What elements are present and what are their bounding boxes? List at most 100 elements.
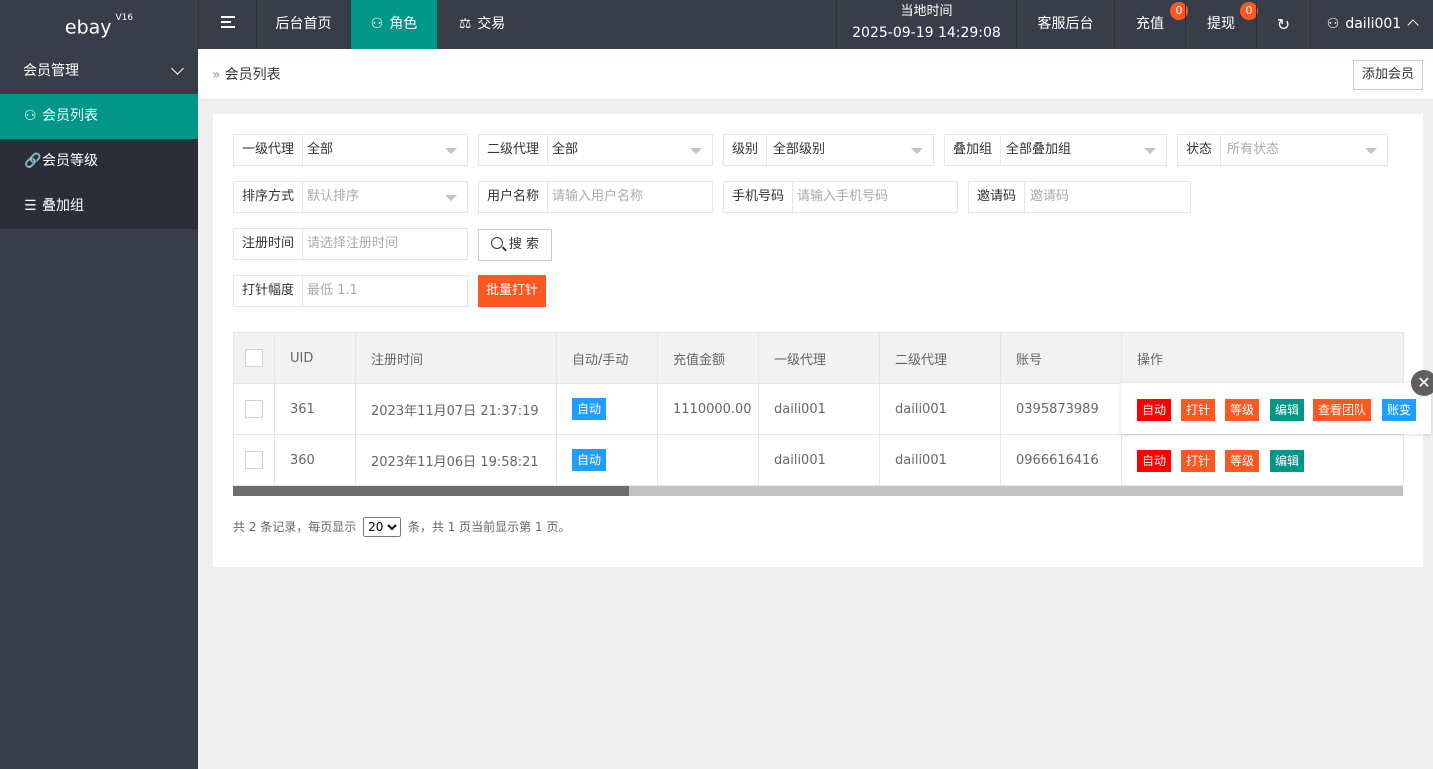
link-icon: 🔗 <box>24 153 42 169</box>
local-time: 当地时间 2025-09-19 14:29:08 <box>836 0 1016 49</box>
col-amount[interactable]: 充值金额 <box>657 332 759 384</box>
pagination: 共 2 条记录，每页显示 20 条，共 1 页当前显示第 1 页。 <box>233 516 570 538</box>
sidebar-group-member[interactable]: 会员管理 <box>0 49 198 94</box>
logo[interactable]: ebay V16 <box>0 0 198 49</box>
user-icon: ⚇ <box>24 108 37 124</box>
cell-uid: 361 <box>274 383 356 435</box>
sidebar: 会员管理 ⚇ 会员列表 🔗会员等级 ☰ 叠加组 <box>0 49 198 769</box>
account-change-button[interactable]: 账变 <box>1382 399 1417 421</box>
user-menu[interactable]: ⚇ daili001 <box>1310 0 1433 49</box>
nav-trade[interactable]: ⚖ 交易 <box>437 0 527 49</box>
breadcrumb-current: 会员列表 <box>224 67 281 83</box>
needle-range-input[interactable]: 打针幅度 最低 1.1 <box>233 275 468 307</box>
phone-input[interactable]: 手机号码 请输入手机号码 <box>723 181 958 213</box>
view-team-button[interactable]: 查看团队 <box>1313 399 1372 421</box>
breadcrumb-separator-icon: » <box>212 67 221 83</box>
breadcrumb: » 会员列表 添加会员 <box>198 49 1433 100</box>
level-select[interactable]: 级别 全部级别 <box>723 134 934 166</box>
add-member-button[interactable]: 添加会员 <box>1353 60 1423 90</box>
menu-toggle-icon <box>220 0 235 49</box>
col-mode[interactable]: 自动/手动 <box>556 332 658 384</box>
nav-home[interactable]: 后台首页 <box>256 0 350 49</box>
col-actions: 操作 <box>1121 332 1404 384</box>
actions-column: 自动 打针 等级 编辑 查看团队 账变 自动 打针 等级 编辑 <box>1121 383 1431 485</box>
sidebar-item-member-level[interactable]: 🔗会员等级 <box>0 139 198 184</box>
level-button[interactable]: 等级 <box>1225 450 1260 472</box>
table-horizontal-scrollbar[interactable] <box>233 486 1403 496</box>
row-checkbox[interactable] <box>233 434 275 486</box>
col-agent2[interactable]: 二级代理 <box>879 332 1001 384</box>
agent2-select[interactable]: 二级代理 全部 <box>478 134 713 166</box>
cell-account: 0966616416 <box>1000 434 1122 486</box>
edit-button[interactable]: 编辑 <box>1270 450 1305 472</box>
cell-agent2: daili001 <box>879 434 1001 486</box>
user-icon: ⚇ <box>1326 16 1340 32</box>
recharge-button[interactable]: 充值 0 <box>1114 0 1188 49</box>
cell-mode: 自动 <box>556 383 658 435</box>
invite-code-input[interactable]: 邀请码 邀请码 <box>968 181 1191 213</box>
col-register-time[interactable]: 注册时间 <box>355 332 557 384</box>
search-icon <box>490 237 503 249</box>
table-header-row: UID 注册时间 自动/手动 充值金额 一级代理 二级代理 账号 操作 <box>233 332 1404 384</box>
cell-agent2: daili001 <box>879 383 1001 435</box>
actions-row: 自动 打针 等级 编辑 <box>1121 434 1431 485</box>
logo-version: V16 <box>115 13 134 23</box>
dropdown-arrow-icon <box>690 148 702 154</box>
search-button[interactable]: 搜 索 <box>478 229 552 261</box>
cell-amount <box>657 434 759 486</box>
chevron-up-icon <box>1407 19 1419 31</box>
scrollbar-thumb[interactable] <box>233 486 629 496</box>
needle-button[interactable]: 打针 <box>1181 450 1216 472</box>
cell-agent1: daili001 <box>758 383 880 435</box>
page-size-select[interactable]: 20 <box>363 517 402 537</box>
scale-icon: ⚖ <box>458 16 472 32</box>
user-icon: ⚇ <box>370 16 384 32</box>
cell-agent1: daili001 <box>758 434 880 486</box>
cell-uid: 360 <box>274 434 356 486</box>
cell-account: 0395873989 <box>1000 383 1122 435</box>
actions-row: 自动 打针 等级 编辑 查看团队 账变 <box>1121 383 1431 434</box>
cell-register-time: 2023年11月07日 21:37:19 <box>355 383 557 435</box>
col-account[interactable]: 账号 <box>1000 332 1122 384</box>
select-all-checkbox[interactable] <box>233 332 275 384</box>
close-icon[interactable]: ✕ <box>1411 370 1433 396</box>
menu-toggle-button[interactable] <box>198 0 256 49</box>
dropdown-arrow-icon <box>445 148 457 154</box>
level-button[interactable]: 等级 <box>1225 399 1260 421</box>
needle-button[interactable]: 打针 <box>1181 399 1216 421</box>
row-checkbox[interactable] <box>233 383 275 435</box>
auto-button[interactable]: 自动 <box>1137 450 1172 472</box>
auto-button[interactable]: 自动 <box>1137 399 1172 421</box>
status-select[interactable]: 状态 所有状态 <box>1177 134 1388 166</box>
mode-badge[interactable]: 自动 <box>572 398 607 420</box>
register-time-input[interactable]: 注册时间 请选择注册时间 <box>233 228 468 260</box>
col-uid[interactable]: UID <box>274 332 356 384</box>
cell-register-time: 2023年11月06日 19:58:21 <box>355 434 557 486</box>
chevron-down-icon <box>171 62 184 75</box>
col-agent1[interactable]: 一级代理 <box>758 332 880 384</box>
local-time-label: 当地时间 <box>900 4 953 19</box>
main-card: 一级代理 全部 二级代理 全部 级别 全部级别 叠加组 全部叠加组 状态 所有状… <box>213 114 1423 567</box>
local-time-value: 2025-09-19 14:29:08 <box>852 25 1001 41</box>
refresh-button[interactable]: ↻ <box>1256 0 1310 49</box>
list-icon: ☰ <box>24 198 37 214</box>
agent1-select[interactable]: 一级代理 全部 <box>233 134 468 166</box>
top-bar: ebay V16 后台首页 ⚇ 角色 ⚖ 交易 当地时间 2025-09-19 14:… <box>0 0 1433 49</box>
dropdown-arrow-icon <box>1144 148 1156 154</box>
service-button[interactable]: 客服后台 <box>1016 0 1114 49</box>
dropdown-arrow-icon <box>445 195 457 201</box>
sidebar-item-member-list[interactable]: ⚇ 会员列表 <box>0 94 198 139</box>
mode-badge[interactable]: 自动 <box>572 449 607 471</box>
dropdown-arrow-icon <box>911 148 923 154</box>
dropdown-arrow-icon <box>1365 148 1377 154</box>
sort-select[interactable]: 排序方式 默认排序 <box>233 181 468 213</box>
edit-button[interactable]: 编辑 <box>1270 399 1305 421</box>
sidebar-item-stack-group[interactable]: ☰ 叠加组 <box>0 184 198 229</box>
cell-mode: 自动 <box>556 434 658 486</box>
nav-role[interactable]: ⚇ 角色 <box>350 0 437 49</box>
cell-amount: 1110000.00 <box>657 383 759 435</box>
stack-group-select[interactable]: 叠加组 全部叠加组 <box>944 134 1167 166</box>
username-input[interactable]: 用户名称 请输入用户名称 <box>478 181 713 213</box>
withdraw-button[interactable]: 提现 0 <box>1185 0 1258 49</box>
batch-needle-button[interactable]: 批量打针 <box>478 275 546 307</box>
